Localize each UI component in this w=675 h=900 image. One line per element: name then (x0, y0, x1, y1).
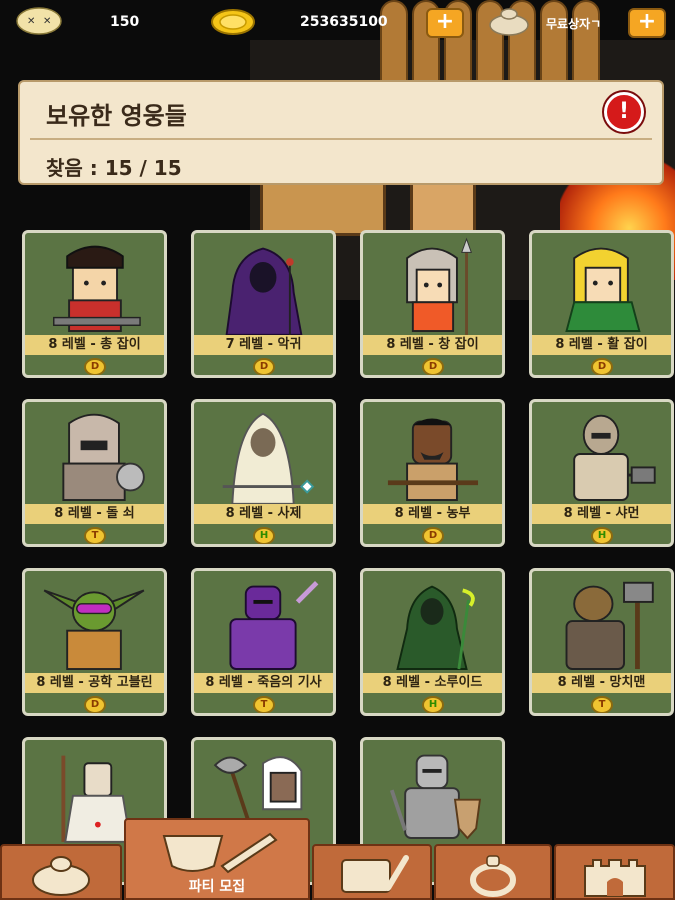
gold-coin-icon (211, 9, 255, 35)
scroll-quill-icon (341, 855, 409, 893)
hero-label: 8 레벨 - 망치맨 (532, 673, 671, 693)
hero-label: 8 레벨 - 사제 (194, 504, 333, 524)
free-box-label: 무료상자ㄱ (546, 17, 602, 31)
sword-shield-icon (162, 832, 278, 874)
kill-count: 150 (110, 14, 140, 30)
hero-card-death-knight[interactable]: 8 레벨 - 죽음의 기사 T (191, 568, 336, 716)
dps-badge-icon: D (84, 696, 106, 713)
hero-card-gunner[interactable]: 8 레벨 - 총 잡이 D (22, 230, 167, 378)
hero-card-spearman[interactable]: 8 레벨 - 창 잡이 D (360, 230, 505, 378)
dps-badge-icon: D (84, 358, 106, 375)
divider (30, 138, 652, 140)
hero-label: 8 레벨 - 소루이드 (363, 673, 502, 693)
tank-badge-icon: T (591, 696, 613, 713)
dps-badge-icon: D (253, 358, 275, 375)
gunner-hero-icon (53, 245, 141, 332)
skull-icon: ✕ ✕ (16, 7, 62, 35)
hero-card-farmer[interactable]: 8 레벨 - 농부 D (360, 399, 505, 547)
hero-card-priest[interactable]: 8 레벨 - 사제 H (191, 399, 336, 547)
svg-text:✕: ✕ (27, 16, 35, 27)
druid-hero-icon (396, 585, 475, 670)
nav-scroll-button[interactable] (312, 844, 432, 900)
demon-hero-icon (225, 247, 303, 336)
healer-badge-icon: H (422, 696, 444, 713)
farmer-hero-icon (387, 418, 479, 501)
panel-title: 보유한 영웅들 (46, 102, 187, 130)
hero-card-demon[interactable]: 7 레벨 - 악귀 D (191, 230, 336, 378)
tank-badge-icon: T (84, 527, 106, 544)
hero-label: 8 레벨 - 활 잡이 (532, 335, 671, 355)
healer-badge-icon: H (253, 527, 275, 544)
top-status-bar: ✕ ✕ 150 253635100 + 무료상자ㄱ + (0, 0, 675, 44)
hero-label: 8 레벨 - 총 잡이 (25, 335, 164, 355)
gold-amount: 253635100 (300, 14, 388, 30)
dps-badge-icon: D (591, 358, 613, 375)
hero-card-dolsoe[interactable]: 8 레벨 - 돌 쇠 T (22, 399, 167, 547)
hero-label: 8 레벨 - 창 잡이 (363, 335, 502, 355)
nav-party-recruit-label: 파티 모집 (188, 879, 246, 895)
hero-card-druid[interactable]: 8 레벨 - 소루이드 H (360, 568, 505, 716)
hero-card-goblin-engineer[interactable]: 8 레벨 - 공학 고블린 D (22, 568, 167, 716)
dps-badge-icon: D (422, 358, 444, 375)
bottom-nav-bar: 파티 모집 (0, 818, 675, 900)
add-gold-button[interactable]: + (426, 8, 464, 38)
hero-label: 8 레벨 - 죽음의 기사 (194, 673, 333, 693)
hero-label: 8 레벨 - 돌 쇠 (25, 504, 164, 524)
owned-heroes-panel: 보유한 영웅들 ! 찾음 : 15 / 15 (18, 80, 664, 185)
hero-card-hammerman[interactable]: 8 레벨 - 망치맨 T (529, 568, 674, 716)
hero-label: 8 레벨 - 샤먼 (532, 504, 671, 524)
healer-badge-icon: H (591, 527, 613, 544)
hammerman-hero-icon (565, 581, 654, 670)
spearman-hero-icon (406, 237, 473, 335)
shaman-hero-icon (573, 414, 656, 501)
alert-icon[interactable]: ! (604, 92, 644, 132)
castle-icon (583, 859, 646, 897)
death-knight-hero-icon (229, 581, 319, 670)
priest-hero-icon (222, 412, 315, 505)
hero-label: 7 레벨 - 악귀 (194, 335, 333, 355)
sack-icon (489, 8, 529, 36)
paladin-hero-icon (389, 754, 482, 840)
dps-badge-icon: D (422, 527, 444, 544)
nav-castle-button[interactable] (554, 844, 675, 900)
sack-icon (32, 856, 90, 896)
nav-ring-button[interactable] (434, 844, 552, 900)
svg-text:✕: ✕ (43, 16, 51, 27)
found-count: 찾음 : 15 / 15 (46, 156, 182, 180)
hero-label: 8 레벨 - 농부 (363, 504, 502, 524)
goblin-hero-icon (43, 589, 145, 670)
tank-badge-icon: T (253, 696, 275, 713)
armored-hero-icon (62, 413, 145, 501)
free-box-button[interactable]: + (628, 8, 666, 38)
archer-hero-icon (565, 247, 641, 332)
ring-icon (470, 855, 516, 897)
hero-card-shaman[interactable]: 8 레벨 - 샤먼 H (529, 399, 674, 547)
hero-card-archer[interactable]: 8 레벨 - 활 잡이 D (529, 230, 674, 378)
nav-inventory-button[interactable] (0, 844, 122, 900)
hero-label: 8 레벨 - 공학 고블린 (25, 673, 164, 693)
nav-party-recruit-button[interactable]: 파티 모집 (124, 818, 310, 900)
